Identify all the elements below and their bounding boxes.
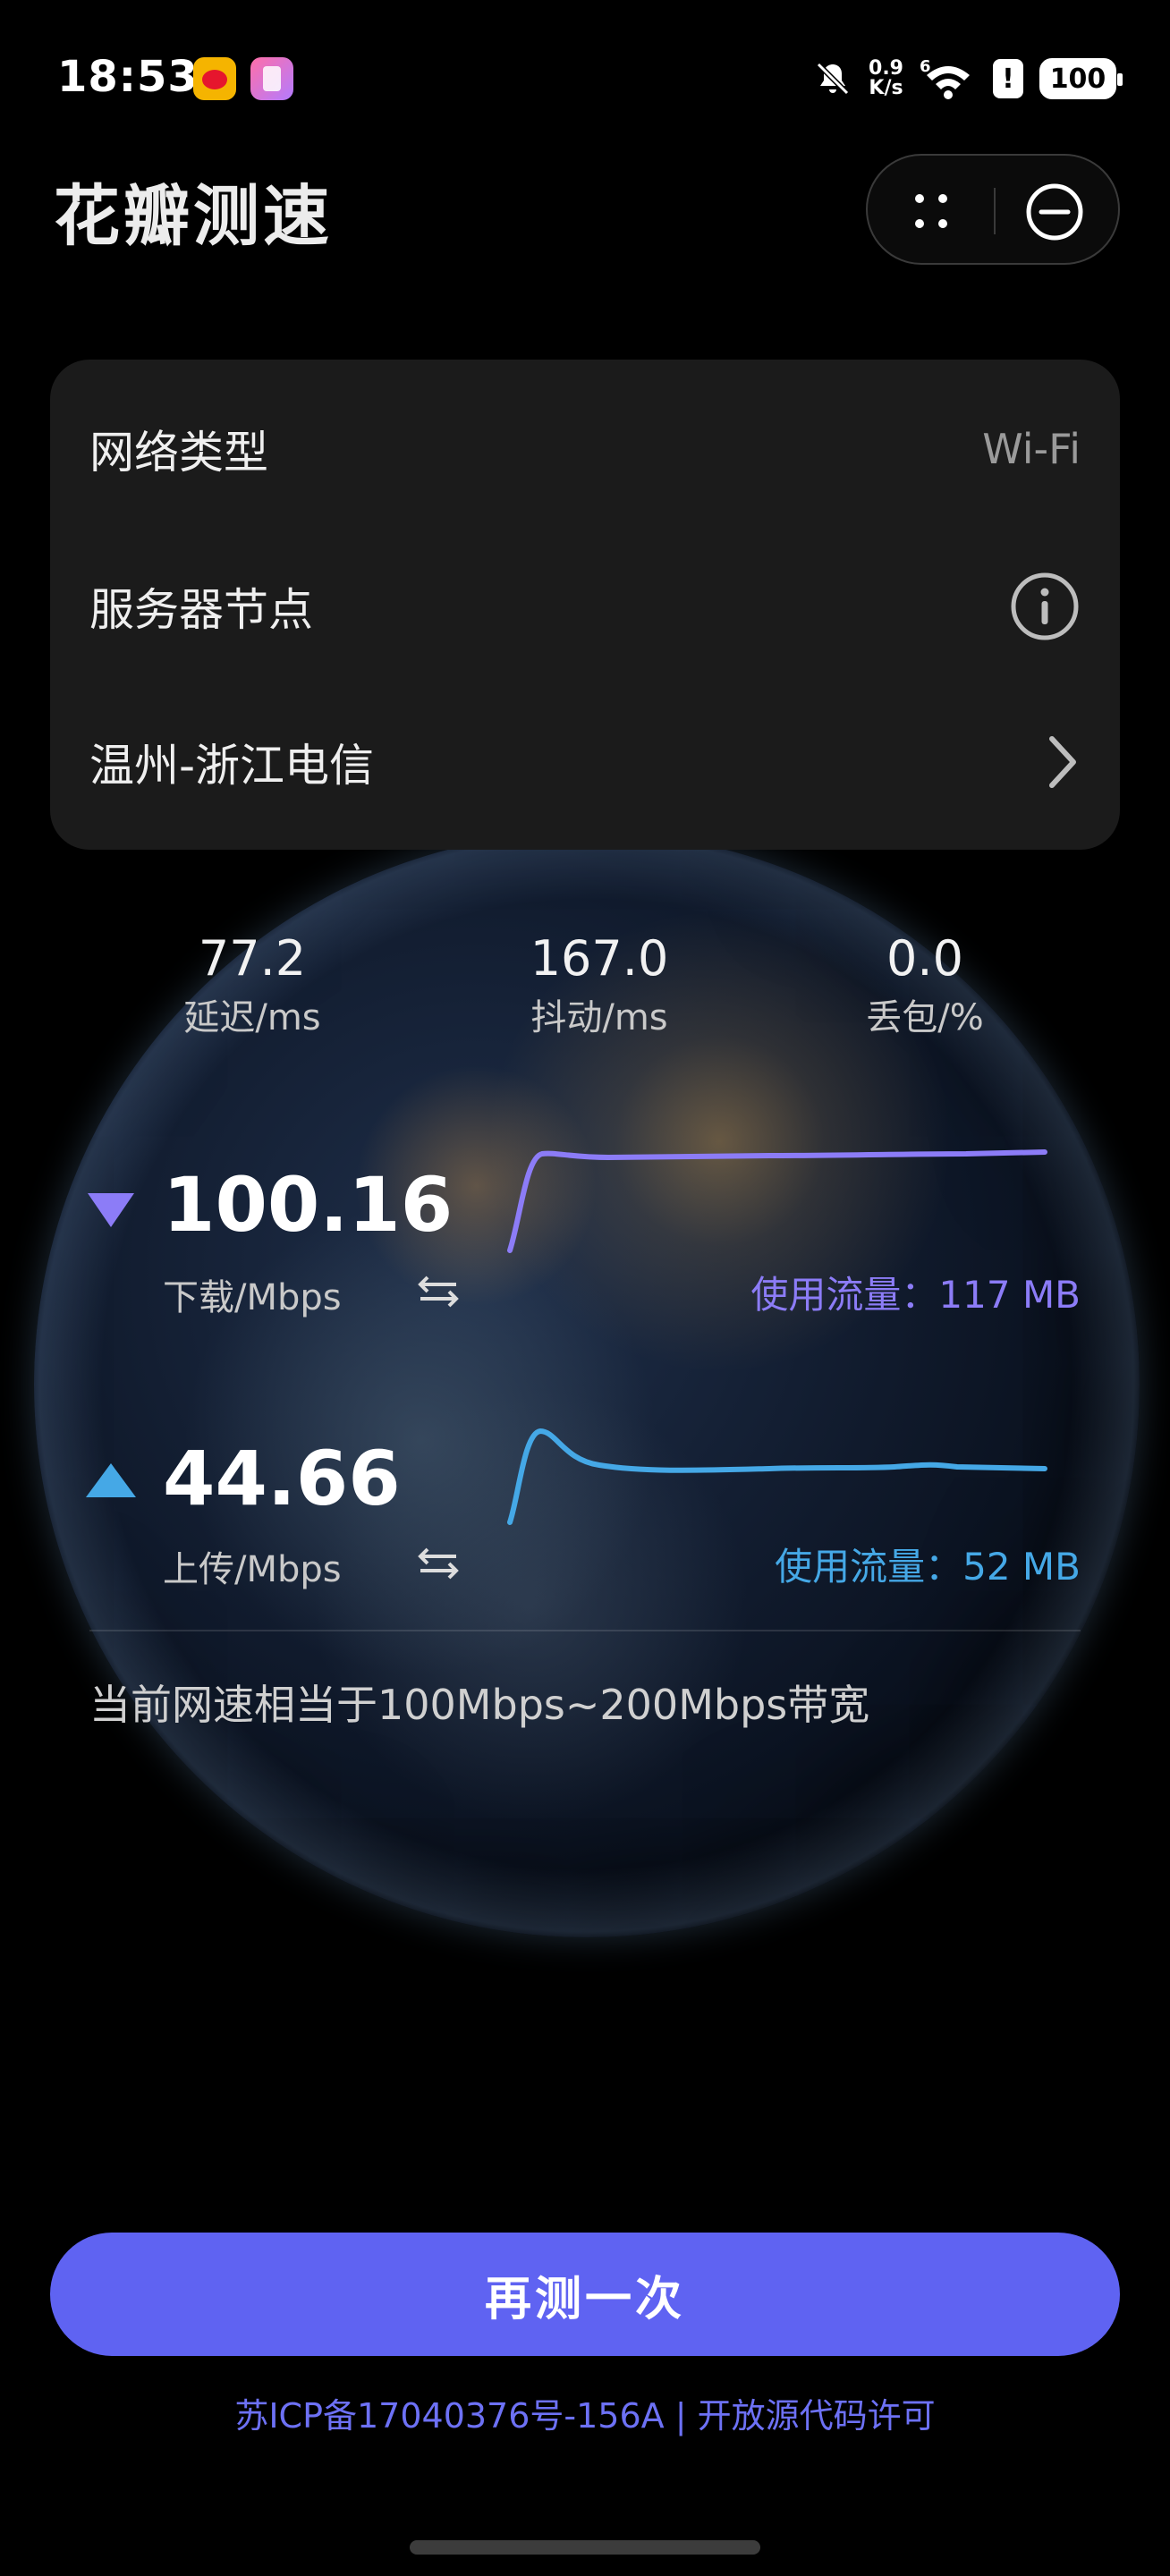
bell-muted-icon <box>816 62 850 96</box>
wifi-icon: 6 <box>920 57 970 99</box>
packet-loss-label: 丢包/% <box>866 997 984 1038</box>
jitter-label: 抖动/ms <box>530 997 668 1038</box>
more-dots-icon[interactable] <box>909 190 954 233</box>
download-speed-line <box>507 1149 1047 1253</box>
footer-separator: | <box>664 2396 698 2436</box>
upload-speed: 44.66 <box>163 1435 401 1522</box>
battery-indicator: 100 <box>1039 58 1123 99</box>
network-type-label: 网络类型 <box>89 427 268 479</box>
bandwidth-note: 当前网速相当于100Mbps~200Mbps带宽 <box>89 1681 870 1729</box>
download-speed: 100.16 <box>163 1161 454 1249</box>
status-bar: 18:53 0.9 K/s 6 ! 100 <box>0 0 1170 157</box>
download-arrow-icon <box>88 1193 134 1227</box>
latency-label: 延迟/ms <box>183 997 321 1038</box>
app-notification-icon <box>250 57 293 100</box>
server-name: 温州-浙江电信 <box>89 740 375 792</box>
upload-traffic: 使用流量：52 MB <box>775 1545 1081 1589</box>
download-unit: 下载/Mbps <box>163 1277 342 1318</box>
divider <box>89 1630 1081 1631</box>
upload-arrow-icon <box>86 1463 136 1497</box>
capsule-divider <box>994 188 996 234</box>
packet-loss-value: 0.0 <box>886 930 963 987</box>
server-node-row: 服务器节点 <box>89 562 1081 651</box>
page-title: 花瓣测速 <box>54 178 333 255</box>
footer: 苏ICP备17040376号-156A | 开放源代码许可 <box>0 2388 1170 2437</box>
latency-value: 77.2 <box>198 930 307 987</box>
swap-icon[interactable] <box>417 1546 460 1581</box>
status-time: 18:53 <box>57 52 199 102</box>
download-traffic: 使用流量：117 MB <box>750 1273 1081 1317</box>
network-type-row: 网络类型 Wi-Fi <box>89 404 1081 494</box>
info-icon[interactable] <box>1009 571 1081 642</box>
mini-program-capsule <box>866 154 1120 265</box>
chevron-right-icon <box>1049 736 1076 788</box>
network-rate: 0.9 K/s <box>869 59 903 98</box>
latency-stat: 77.2 延迟/ms <box>118 930 386 1040</box>
network-type-value: Wi-Fi <box>982 425 1081 473</box>
download-speed-chart <box>507 1149 1047 1253</box>
upload-unit: 上传/Mbps <box>163 1549 342 1590</box>
retest-button[interactable]: 再测一次 <box>50 2233 1120 2356</box>
jitter-value: 167.0 <box>530 930 669 987</box>
packet-loss-stat: 0.0 丢包/% <box>791 930 1059 1040</box>
minimize-icon[interactable] <box>1025 182 1084 242</box>
open-source-license-link[interactable]: 开放源代码许可 <box>698 2396 936 2436</box>
upload-speed-chart <box>507 1428 1047 1525</box>
server-node-label: 服务器节点 <box>89 584 313 636</box>
jitter-stat: 167.0 抖动/ms <box>465 930 733 1040</box>
swap-icon[interactable] <box>417 1274 460 1309</box>
icp-link[interactable]: 苏ICP备17040376号-156A <box>234 2396 664 2436</box>
server-select-row[interactable]: 温州-浙江电信 <box>89 717 1081 807</box>
network-rate-unit: K/s <box>869 77 903 99</box>
network-rate-value: 0.9 <box>869 57 903 80</box>
weibo-notification-icon <box>193 57 236 100</box>
home-indicator[interactable] <box>410 2540 760 2555</box>
alert-icon: ! <box>993 59 1023 98</box>
wifi-generation-label: 6 <box>920 57 931 76</box>
upload-speed-line <box>507 1428 1047 1525</box>
status-icons: 0.9 K/s 6 ! 100 <box>813 54 1123 104</box>
